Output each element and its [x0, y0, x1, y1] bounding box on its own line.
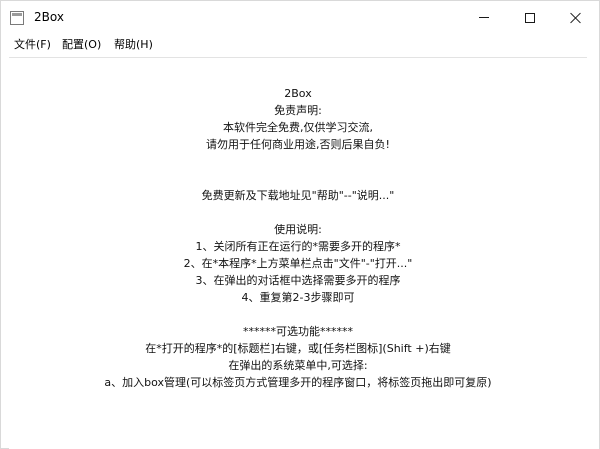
app-icon: [10, 11, 24, 25]
text-line: 免费更新及下载地址见"帮助"--"说明...": [201, 189, 395, 202]
text-line: ******可选功能******: [243, 325, 353, 338]
text-line: 使用说明:: [274, 223, 322, 236]
app-window: 2Box 文件(F) 配置(O) 帮助(H) 2Box 免责声明: 本软件完全免…: [0, 0, 600, 449]
text-line: [9, 306, 587, 323]
maximize-icon: [525, 12, 535, 23]
text-line: 4、重复第2-3步骤即可: [241, 291, 355, 304]
text-line: 3、在弹出的对话框中选择需要多开的程序: [195, 274, 401, 287]
text-line: 2、在*本程序*上方菜单栏点击"文件"-"打开...": [183, 257, 413, 270]
close-button[interactable]: [553, 1, 599, 34]
text-line: [9, 204, 587, 221]
window-title: 2Box: [34, 10, 64, 24]
minimize-button[interactable]: [461, 1, 507, 34]
title-bar[interactable]: 2Box: [1, 1, 599, 34]
text-line: 在弹出的系统菜单中,可选择:: [228, 359, 368, 372]
text-line: 请勿用于任何商业用途,否则后果自负!: [206, 138, 390, 151]
close-icon: [570, 12, 582, 24]
text-line: [9, 153, 587, 170]
menu-help[interactable]: 帮助(H): [112, 37, 155, 52]
scroll-area: [587, 57, 599, 449]
minimize-icon: [479, 17, 489, 18]
menu-file[interactable]: 文件(F): [12, 37, 53, 52]
text-line: 本软件完全免费,仅供学习交流,: [223, 121, 373, 134]
text-line: 在*打开的程序*的[标题栏]右键，或[任务栏图标](Shift +)右键: [145, 342, 451, 355]
text-line: 1、关闭所有正在运行的*需要多开的程序*: [195, 240, 401, 253]
text-line: a、加入box管理(可以标签页方式管理多开的程序窗口，将标签页拖出即可复原): [104, 376, 492, 389]
text-line: 2Box: [284, 87, 312, 100]
instructions-text: 2Box 免责声明: 本软件完全免费,仅供学习交流, 请勿用于任何商业用途,否则…: [9, 85, 587, 391]
menu-config[interactable]: 配置(O): [60, 37, 103, 52]
text-line: [9, 170, 587, 187]
text-area[interactable]: 2Box 免责声明: 本软件完全免费,仅供学习交流, 请勿用于任何商业用途,否则…: [9, 57, 587, 449]
maximize-button[interactable]: [507, 1, 553, 34]
menu-bar: 文件(F) 配置(O) 帮助(H): [1, 34, 599, 55]
text-line: 免责声明:: [274, 104, 322, 117]
